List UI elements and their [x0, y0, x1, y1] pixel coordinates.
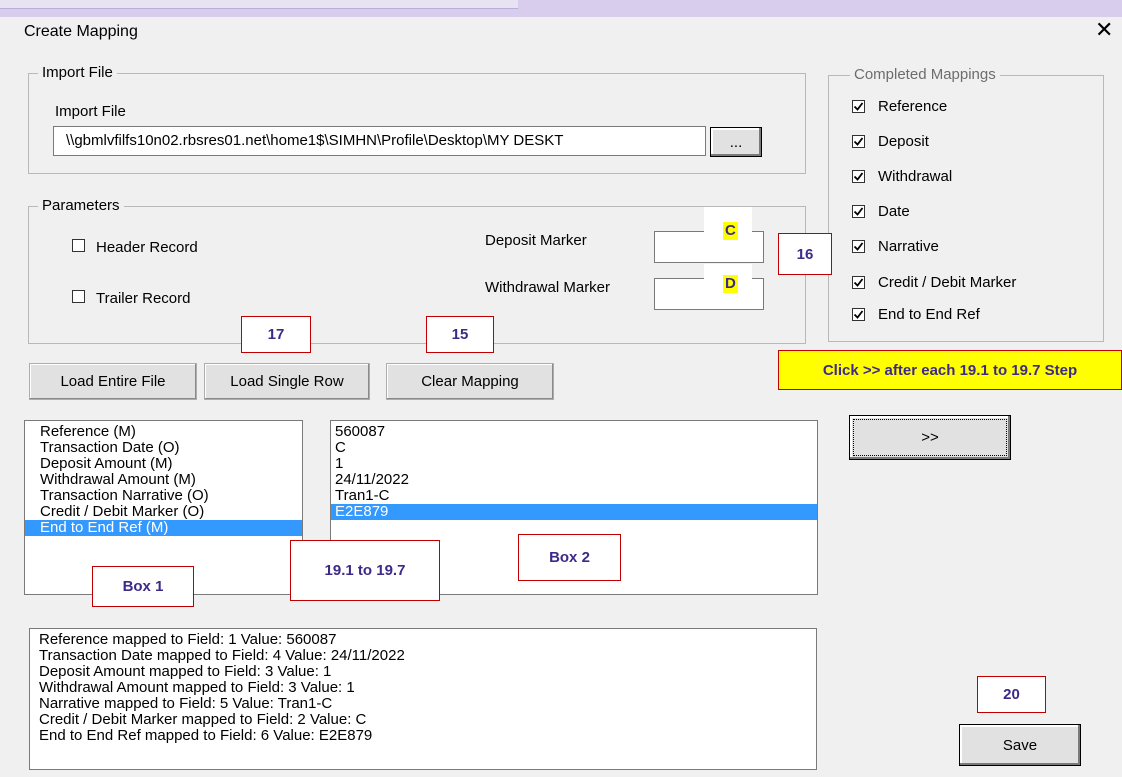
- completed-mappings-group: [828, 75, 1104, 342]
- completed-credit-debit-label: Credit / Debit Marker: [878, 274, 1017, 291]
- completed-withdrawal-label: Withdrawal: [878, 168, 953, 185]
- list-item[interactable]: Deposit Amount (M): [25, 456, 302, 472]
- deposit-marker-label: Deposit Marker: [485, 232, 587, 249]
- import-file-label: Import File: [55, 103, 126, 120]
- log-line: Credit / Debit Marker mapped to Field: 2…: [39, 711, 367, 728]
- log-line: Withdrawal Amount mapped to Field: 3 Val…: [39, 679, 355, 696]
- save-button[interactable]: Save: [959, 724, 1081, 766]
- deposit-marker-input[interactable]: [654, 231, 764, 263]
- withdrawal-marker-value: D: [723, 275, 738, 293]
- annotation-step-16: 16: [778, 233, 832, 275]
- load-single-row-button[interactable]: Load Single Row: [204, 363, 370, 400]
- list-item[interactable]: 24/11/2022: [331, 472, 817, 488]
- completed-narrative-label: Narrative: [878, 238, 939, 255]
- annotation-step-20: 20: [977, 676, 1046, 713]
- browse-button[interactable]: ...: [710, 127, 762, 157]
- completed-narrative-checkbox[interactable]: [852, 240, 865, 253]
- annotation-step-15: 15: [426, 316, 494, 353]
- list-item[interactable]: Credit / Debit Marker (O): [25, 504, 302, 520]
- completed-reference-checkbox[interactable]: [852, 100, 865, 113]
- completed-date-label: Date: [878, 203, 910, 220]
- annotation-step-19: 19.1 to 19.7: [290, 540, 440, 601]
- import-file-group: [28, 73, 806, 174]
- log-line: End to End Ref mapped to Field: 6 Value:…: [39, 727, 373, 744]
- completed-mappings-legend: Completed Mappings: [850, 66, 1000, 84]
- parameters-group: [28, 206, 806, 344]
- header-record-checkbox[interactable]: [72, 239, 85, 252]
- completed-credit-debit-checkbox[interactable]: [852, 276, 865, 289]
- deposit-marker-value: C: [723, 222, 738, 240]
- list-item[interactable]: Transaction Narrative (O): [25, 488, 302, 504]
- log-line: Narrative mapped to Field: 5 Value: Tran…: [39, 695, 333, 712]
- annotation-box2: Box 2: [518, 534, 621, 581]
- dialog-title: Create Mapping: [24, 23, 138, 40]
- completed-end-to-end-checkbox[interactable]: [852, 308, 865, 321]
- import-file-path-input[interactable]: \\gbmlvfilfs10n02.rbsres01.net\home1$\SI…: [53, 126, 706, 156]
- completed-deposit-checkbox[interactable]: [852, 135, 865, 148]
- list-item-selected[interactable]: End to End Ref (M): [25, 520, 302, 536]
- header-record-label: Header Record: [96, 239, 198, 256]
- log-line: Deposit Amount mapped to Field: 3 Value:…: [39, 663, 332, 680]
- list-item-selected[interactable]: E2E879: [331, 504, 817, 520]
- log-line: Transaction Date mapped to Field: 4 Valu…: [39, 647, 405, 664]
- completed-date-checkbox[interactable]: [852, 205, 865, 218]
- list-item[interactable]: 1: [331, 456, 817, 472]
- parent-toolbar-strip: [0, 0, 518, 9]
- withdrawal-marker-label: Withdrawal Marker: [485, 279, 611, 296]
- list-item[interactable]: Reference (M): [25, 424, 302, 440]
- completed-deposit-label: Deposit: [878, 133, 929, 150]
- annotation-step-17: 17: [241, 316, 311, 353]
- list-item[interactable]: C: [331, 440, 817, 456]
- load-entire-file-button[interactable]: Load Entire File: [29, 363, 197, 400]
- log-line: Reference mapped to Field: 1 Value: 5600…: [39, 631, 337, 648]
- list-item[interactable]: 560087: [331, 424, 817, 440]
- instruction-callout: Click >> after each 19.1 to 19.7 Step: [778, 350, 1122, 390]
- list-item[interactable]: Withdrawal Amount (M): [25, 472, 302, 488]
- trailer-record-checkbox[interactable]: [72, 290, 85, 303]
- mapping-log[interactable]: Reference mapped to Field: 1 Value: 5600…: [29, 628, 817, 770]
- clear-mapping-button[interactable]: Clear Mapping: [386, 363, 554, 400]
- annotation-box1: Box 1: [92, 566, 194, 607]
- import-file-legend: Import File: [38, 64, 117, 82]
- trailer-record-label: Trailer Record: [96, 290, 191, 307]
- map-next-button[interactable]: >>: [849, 415, 1011, 460]
- completed-reference-label: Reference: [878, 98, 948, 115]
- close-icon[interactable]: ✕: [1095, 18, 1113, 42]
- list-item[interactable]: Transaction Date (O): [25, 440, 302, 456]
- list-item[interactable]: Tran1-C: [331, 488, 817, 504]
- completed-end-to-end-label: End to End Ref: [878, 306, 980, 323]
- completed-withdrawal-checkbox[interactable]: [852, 170, 865, 183]
- parameters-legend: Parameters: [38, 197, 124, 215]
